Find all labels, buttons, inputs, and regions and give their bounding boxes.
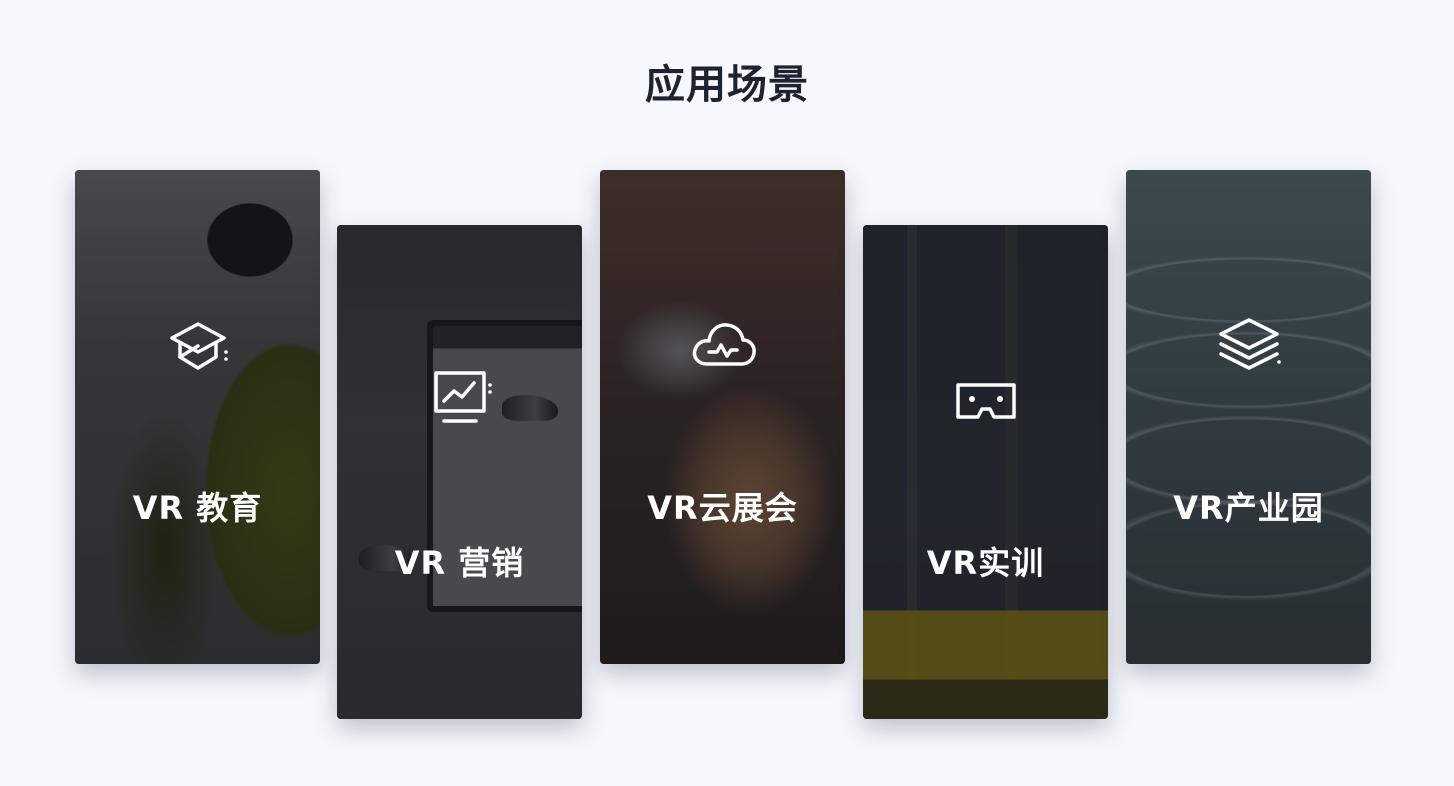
card-label: VR 教育	[132, 489, 263, 527]
cloud-pulse-icon	[687, 310, 759, 382]
card-vr-marketing[interactable]: VR 营销	[337, 225, 582, 719]
section-title: 应用场景	[645, 62, 809, 108]
card-vr-industrial-park[interactable]: VR产业园	[1126, 170, 1371, 664]
application-scenarios-section: 应用场景 VR 教育 VR 营销 VR云展会 VR实训 VR产业园	[0, 0, 1454, 786]
card-label: VR云展会	[647, 489, 798, 527]
graduation-cap-icon	[162, 310, 234, 382]
card-vr-training[interactable]: VR实训	[863, 225, 1108, 719]
card-vr-education[interactable]: VR 教育	[75, 170, 320, 664]
chart-screen-icon	[424, 365, 496, 437]
card-label: VR实训	[926, 544, 1045, 582]
stacked-layers-icon	[1213, 310, 1285, 382]
card-label: VR产业园	[1173, 489, 1324, 527]
vr-goggles-icon	[950, 365, 1022, 437]
card-label: VR 营销	[394, 544, 525, 582]
card-vr-cloud-expo[interactable]: VR云展会	[600, 170, 845, 664]
